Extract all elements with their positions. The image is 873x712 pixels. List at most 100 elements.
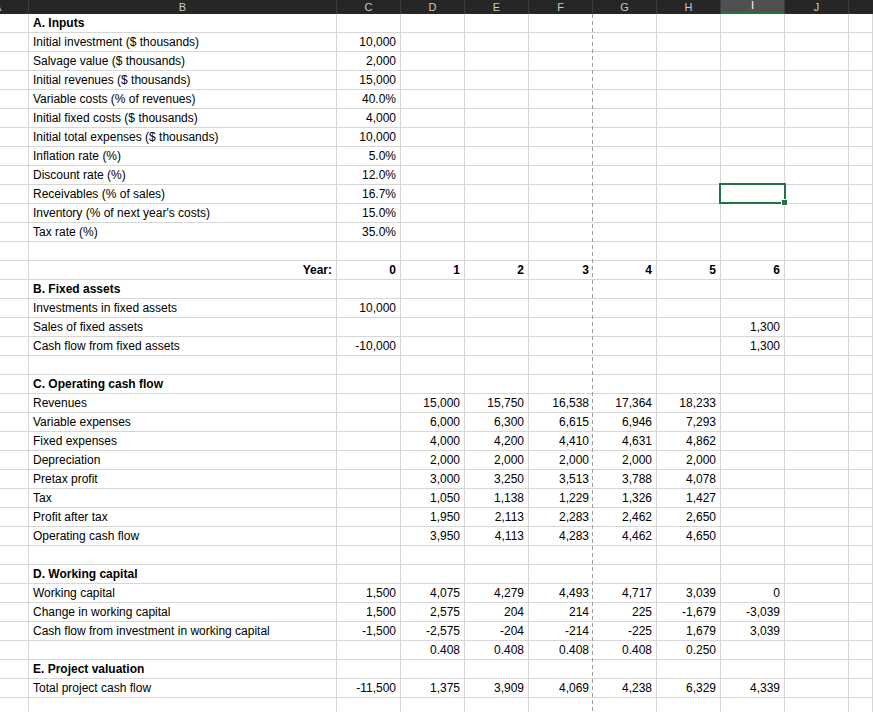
cell-G33[interactable]: -225	[593, 622, 657, 640]
cell-K33[interactable]	[849, 622, 873, 640]
cell-G18[interactable]	[593, 337, 657, 355]
cell-H36[interactable]: 6,329	[657, 679, 721, 697]
cell-A34[interactable]	[0, 641, 29, 659]
cell-B29[interactable]	[29, 546, 337, 564]
cell-A8[interactable]	[0, 147, 29, 165]
cell-B35[interactable]: E. Project valuation	[29, 660, 337, 678]
cell-J11[interactable]	[785, 204, 849, 222]
cell-B24[interactable]: Depreciation	[29, 451, 337, 469]
cell-I33[interactable]: 3,039	[721, 622, 785, 640]
cell-B33[interactable]: Cash flow from investment in working cap…	[29, 622, 337, 640]
cell-J1[interactable]	[785, 14, 849, 32]
cell-F19[interactable]	[529, 356, 593, 374]
cell-I36[interactable]: 4,339	[721, 679, 785, 697]
selection-box[interactable]	[719, 183, 786, 204]
cell-C28[interactable]	[337, 527, 401, 545]
cell-A23[interactable]	[0, 432, 29, 450]
cell-D13[interactable]	[401, 242, 465, 260]
cell-J25[interactable]	[785, 470, 849, 488]
cell-J19[interactable]	[785, 356, 849, 374]
cell-F12[interactable]	[529, 223, 593, 241]
cell-I26[interactable]	[721, 489, 785, 507]
cell-C9[interactable]: 12.0%	[337, 166, 401, 184]
cell-B25[interactable]: Pretax profit	[29, 470, 337, 488]
column-header-C[interactable]: C	[337, 0, 401, 14]
cell-I25[interactable]	[721, 470, 785, 488]
cell-J37[interactable]	[785, 698, 849, 712]
cell-B4[interactable]: Initial revenues ($ thousands)	[29, 71, 337, 89]
cell-I23[interactable]	[721, 432, 785, 450]
cell-A11[interactable]	[0, 204, 29, 222]
cell-G36[interactable]: 4,238	[593, 679, 657, 697]
cell-B30[interactable]: D. Working capital	[29, 565, 337, 583]
cell-A7[interactable]	[0, 128, 29, 146]
cell-G8[interactable]	[593, 147, 657, 165]
cell-E29[interactable]	[465, 546, 529, 564]
cell-J16[interactable]	[785, 299, 849, 317]
cell-D30[interactable]	[401, 565, 465, 583]
cell-B31[interactable]: Working capital	[29, 584, 337, 602]
cell-F7[interactable]	[529, 128, 593, 146]
cell-E4[interactable]	[465, 71, 529, 89]
cell-E19[interactable]	[465, 356, 529, 374]
cell-J35[interactable]	[785, 660, 849, 678]
cell-H28[interactable]: 4,650	[657, 527, 721, 545]
cell-H35[interactable]	[657, 660, 721, 678]
cell-K27[interactable]	[849, 508, 873, 526]
cell-E18[interactable]	[465, 337, 529, 355]
cell-B7[interactable]: Initial total expenses ($ thousands)	[29, 128, 337, 146]
cell-H12[interactable]	[657, 223, 721, 241]
cell-J14[interactable]	[785, 261, 849, 279]
cell-F3[interactable]	[529, 52, 593, 70]
cell-E22[interactable]: 6,300	[465, 413, 529, 431]
cell-B10[interactable]: Receivables (% of sales)	[29, 185, 337, 203]
cell-K26[interactable]	[849, 489, 873, 507]
cell-A25[interactable]	[0, 470, 29, 488]
cell-G21[interactable]: 17,364	[593, 394, 657, 412]
cell-D24[interactable]: 2,000	[401, 451, 465, 469]
cell-H3[interactable]	[657, 52, 721, 70]
cell-K29[interactable]	[849, 546, 873, 564]
column-header-H[interactable]: H	[657, 0, 721, 14]
cell-A12[interactable]	[0, 223, 29, 241]
cell-K1[interactable]	[849, 14, 873, 32]
cell-H37[interactable]	[657, 698, 721, 712]
cell-E34[interactable]: 0.408	[465, 641, 529, 659]
cell-A18[interactable]	[0, 337, 29, 355]
cell-I2[interactable]	[721, 33, 785, 51]
cell-E6[interactable]	[465, 109, 529, 127]
cell-G15[interactable]	[593, 280, 657, 298]
cell-A35[interactable]	[0, 660, 29, 678]
cell-H26[interactable]: 1,427	[657, 489, 721, 507]
cell-I12[interactable]	[721, 223, 785, 241]
cell-G27[interactable]: 2,462	[593, 508, 657, 526]
cell-G32[interactable]: 225	[593, 603, 657, 621]
cell-I18[interactable]: 1,300	[721, 337, 785, 355]
cell-J36[interactable]	[785, 679, 849, 697]
cell-K35[interactable]	[849, 660, 873, 678]
cell-A28[interactable]	[0, 527, 29, 545]
cell-G25[interactable]: 3,788	[593, 470, 657, 488]
cell-B19[interactable]	[29, 356, 337, 374]
cell-J12[interactable]	[785, 223, 849, 241]
cell-E17[interactable]	[465, 318, 529, 336]
cell-B32[interactable]: Change in working capital	[29, 603, 337, 621]
cell-K11[interactable]	[849, 204, 873, 222]
column-header-J[interactable]: J	[785, 0, 849, 14]
cell-J29[interactable]	[785, 546, 849, 564]
cell-H31[interactable]: 3,039	[657, 584, 721, 602]
cell-H34[interactable]: 0.250	[657, 641, 721, 659]
cell-G17[interactable]	[593, 318, 657, 336]
cell-B14[interactable]: Year:	[29, 261, 337, 279]
cell-C33[interactable]: -1,500	[337, 622, 401, 640]
cell-B16[interactable]: Investments in fixed assets	[29, 299, 337, 317]
cell-C6[interactable]: 4,000	[337, 109, 401, 127]
cell-K6[interactable]	[849, 109, 873, 127]
cell-J15[interactable]	[785, 280, 849, 298]
cell-K13[interactable]	[849, 242, 873, 260]
cell-C35[interactable]	[337, 660, 401, 678]
cell-A2[interactable]	[0, 33, 29, 51]
cell-C25[interactable]	[337, 470, 401, 488]
cell-D31[interactable]: 4,075	[401, 584, 465, 602]
fill-handle-icon[interactable]	[781, 199, 788, 206]
